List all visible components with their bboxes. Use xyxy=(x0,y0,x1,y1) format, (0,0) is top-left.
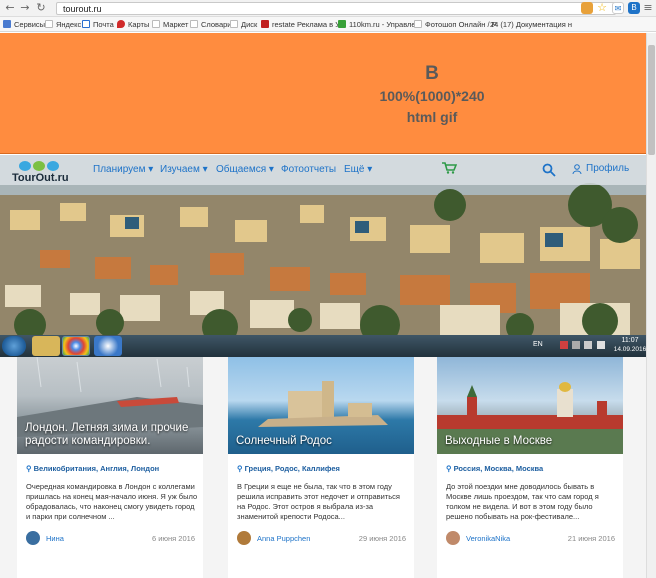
banner-format-text: html gif xyxy=(406,109,458,125)
page-scrollbar[interactable] xyxy=(646,33,656,578)
banner-size-text: 100%(1000)*240 xyxy=(379,88,485,104)
location-pin-icon: ⚲ xyxy=(26,464,34,473)
bookmark-star-icon[interactable]: ☆ xyxy=(596,2,608,14)
search-icon[interactable] xyxy=(542,163,556,177)
bookmark-item[interactable]: Карты xyxy=(117,19,149,30)
logo-icon[interactable] xyxy=(18,160,62,172)
page-icon xyxy=(230,20,238,28)
card-author[interactable]: VeronikaNika xyxy=(466,534,510,543)
page-icon xyxy=(82,20,90,28)
page-icon xyxy=(45,20,53,28)
avatar[interactable] xyxy=(26,531,40,545)
tray-signal-icon[interactable] xyxy=(584,341,592,349)
card-image: Солнечный Родос xyxy=(228,357,414,454)
chrome-icon[interactable] xyxy=(62,336,90,356)
tray-flag-icon[interactable] xyxy=(560,341,568,349)
ad-banner[interactable]: B 100%(1000)*240 html gif xyxy=(0,33,646,154)
nav-photo-reports[interactable]: Фотоотчеты xyxy=(281,164,336,175)
card-title[interactable]: Выходные в Москве xyxy=(445,435,617,448)
card-location[interactable]: ⚲ Греция, Родос, Каллифея xyxy=(237,464,340,473)
card-location[interactable]: ⚲ Россия, Москва, Москва xyxy=(446,464,543,473)
trip-card[interactable]: Солнечный Родос ⚲ Греция, Родос, Каллифе… xyxy=(228,357,414,578)
location-pin-icon: ⚲ xyxy=(446,464,454,473)
trip-card[interactable]: Лондон. Летняя зима и прочие радости ком… xyxy=(17,357,203,578)
forward-icon[interactable]: → xyxy=(19,2,31,14)
card-excerpt: Очередная командировка в Лондон с коллег… xyxy=(26,482,198,521)
menu-icon[interactable]: ≡ xyxy=(642,2,654,14)
bookmark-item[interactable]: Словари xyxy=(190,19,231,30)
user-icon xyxy=(572,164,582,174)
reload-icon[interactable]: ↻ xyxy=(35,2,47,14)
card-image: Выходные в Москве xyxy=(437,357,623,454)
avatar[interactable] xyxy=(237,531,251,545)
page-icon xyxy=(152,20,160,28)
banner-title: B xyxy=(425,63,439,84)
os-taskbar xyxy=(0,335,646,357)
page-icon xyxy=(414,20,422,28)
bookmark-item[interactable]: Почта xyxy=(82,19,114,30)
card-author[interactable]: Нина xyxy=(46,534,64,543)
language-indicator[interactable]: EN xyxy=(533,341,543,348)
scroll-thumb[interactable] xyxy=(648,45,655,155)
mail-client-icon[interactable] xyxy=(94,336,122,356)
cart-icon[interactable] xyxy=(441,162,457,174)
card-date: 29 июня 2016 xyxy=(358,534,406,543)
page-icon xyxy=(190,20,198,28)
bookmark-item[interactable]: restate Реклама в Ут xyxy=(261,19,343,30)
card-title[interactable]: Лондон. Летняя зима и прочие радости ком… xyxy=(25,422,197,448)
nav-more[interactable]: Ещё ▾ xyxy=(344,164,372,175)
profile-button[interactable]: Профиль xyxy=(572,163,629,179)
start-button[interactable] xyxy=(2,336,26,356)
bookmark-item[interactable]: Яндекс xyxy=(45,19,81,30)
restate-icon xyxy=(261,20,269,28)
bookmark-item[interactable]: 110km.ru - Управлен xyxy=(338,19,420,30)
tray-volume-icon[interactable] xyxy=(597,341,605,349)
address-bar[interactable]: tourout.ru xyxy=(56,2,616,15)
card-excerpt: В Греции я еще не была, так что в этом г… xyxy=(237,482,400,521)
trip-card[interactable]: Выходные в Москве ⚲ Россия, Москва, Моск… xyxy=(437,357,623,578)
avatar[interactable] xyxy=(446,531,460,545)
nav-communicate[interactable]: Общаемся ▾ xyxy=(216,164,274,175)
card-date: 6 июня 2016 xyxy=(151,534,195,543)
bookmark-item[interactable]: Сервисы xyxy=(3,19,45,30)
site-icon xyxy=(338,20,346,28)
card-location[interactable]: ⚲ Великобритания, Англия, Лондон xyxy=(26,464,159,473)
card-title[interactable]: Солнечный Родос xyxy=(236,435,408,448)
card-excerpt: До этой поездки мне доводилось бывать в … xyxy=(446,482,599,521)
site-logo[interactable]: TourOut.ru xyxy=(12,172,69,184)
clock-time[interactable]: 11:07 xyxy=(615,337,645,344)
apps-icon xyxy=(3,20,11,28)
back-icon[interactable]: ← xyxy=(4,2,16,14)
card-date: 21 июня 2016 xyxy=(567,534,615,543)
bookmark-item[interactable]: Фотошоп Онлайн / Р xyxy=(414,19,497,30)
nav-plan[interactable]: Планируем ▾ xyxy=(93,164,153,175)
extension-icon[interactable] xyxy=(581,2,593,14)
nav-explore[interactable]: Изучаем ▾ xyxy=(160,164,208,175)
profile-label: Профиль xyxy=(586,163,630,174)
bookmark-item[interactable]: Диск xyxy=(230,19,257,30)
extension-b-icon[interactable]: B xyxy=(628,2,640,14)
mail-icon[interactable]: ✉ xyxy=(612,2,624,14)
bookmark-item[interactable]: 24 (17) Документация н xyxy=(490,19,572,30)
map-pin-icon xyxy=(117,20,125,28)
tray-network-icon[interactable] xyxy=(572,341,580,349)
browser-toolbar: ← → ↻ tourout.ru ☆ ✉ B ≡ xyxy=(0,0,656,17)
card-author[interactable]: Anna Puppchen xyxy=(257,534,310,543)
bookmark-item[interactable]: Маркет xyxy=(152,19,188,30)
location-pin-icon: ⚲ xyxy=(237,464,245,473)
clock-date[interactable]: 14.09.2016 xyxy=(612,346,648,353)
explorer-icon[interactable] xyxy=(32,336,60,356)
url-text: tourout.ru xyxy=(63,4,102,14)
card-image: Лондон. Летняя зима и прочие радости ком… xyxy=(17,357,203,454)
bookmarks-bar: Сервисы Яндекс Почта Карты Маркет Словар… xyxy=(0,17,656,32)
